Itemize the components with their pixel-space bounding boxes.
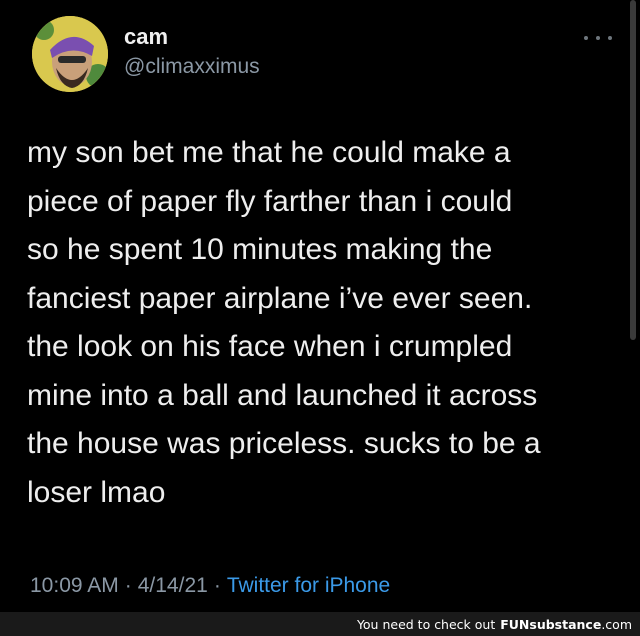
separator: · [124,574,132,597]
scrollbar[interactable] [630,0,636,340]
tweet-metadata: 10:09 AM · 4/14/21 · Twitter for iPhone [30,572,390,600]
more-horizontal-icon [584,36,588,40]
brand-name-part2: substance [529,616,602,632]
more-options-button[interactable] [584,32,612,44]
tweet-text: my son bet me that he could make a piece… [27,136,541,509]
footer-text: You need to check out [356,616,496,632]
separator: · [213,574,221,597]
avatar[interactable] [32,16,108,92]
watermark-footer: You need to check out FUN substance .com [0,612,640,636]
display-name[interactable]: cam [124,24,260,50]
tweet-card: cam @climaxximus my son bet me that he c… [0,0,640,612]
more-horizontal-icon [596,36,600,40]
brand-name-part1: FUN [500,616,530,632]
tweet-time[interactable]: 10:09 AM [30,574,119,597]
user-handle[interactable]: @climaxximus [124,52,260,82]
brand-domain: .com [601,616,632,632]
avatar-image [32,16,108,92]
tweet-date[interactable]: 4/14/21 [138,574,208,597]
more-horizontal-icon [608,36,612,40]
tweet-source-link[interactable]: Twitter for iPhone [227,574,390,597]
user-info: cam @climaxximus [124,24,260,82]
